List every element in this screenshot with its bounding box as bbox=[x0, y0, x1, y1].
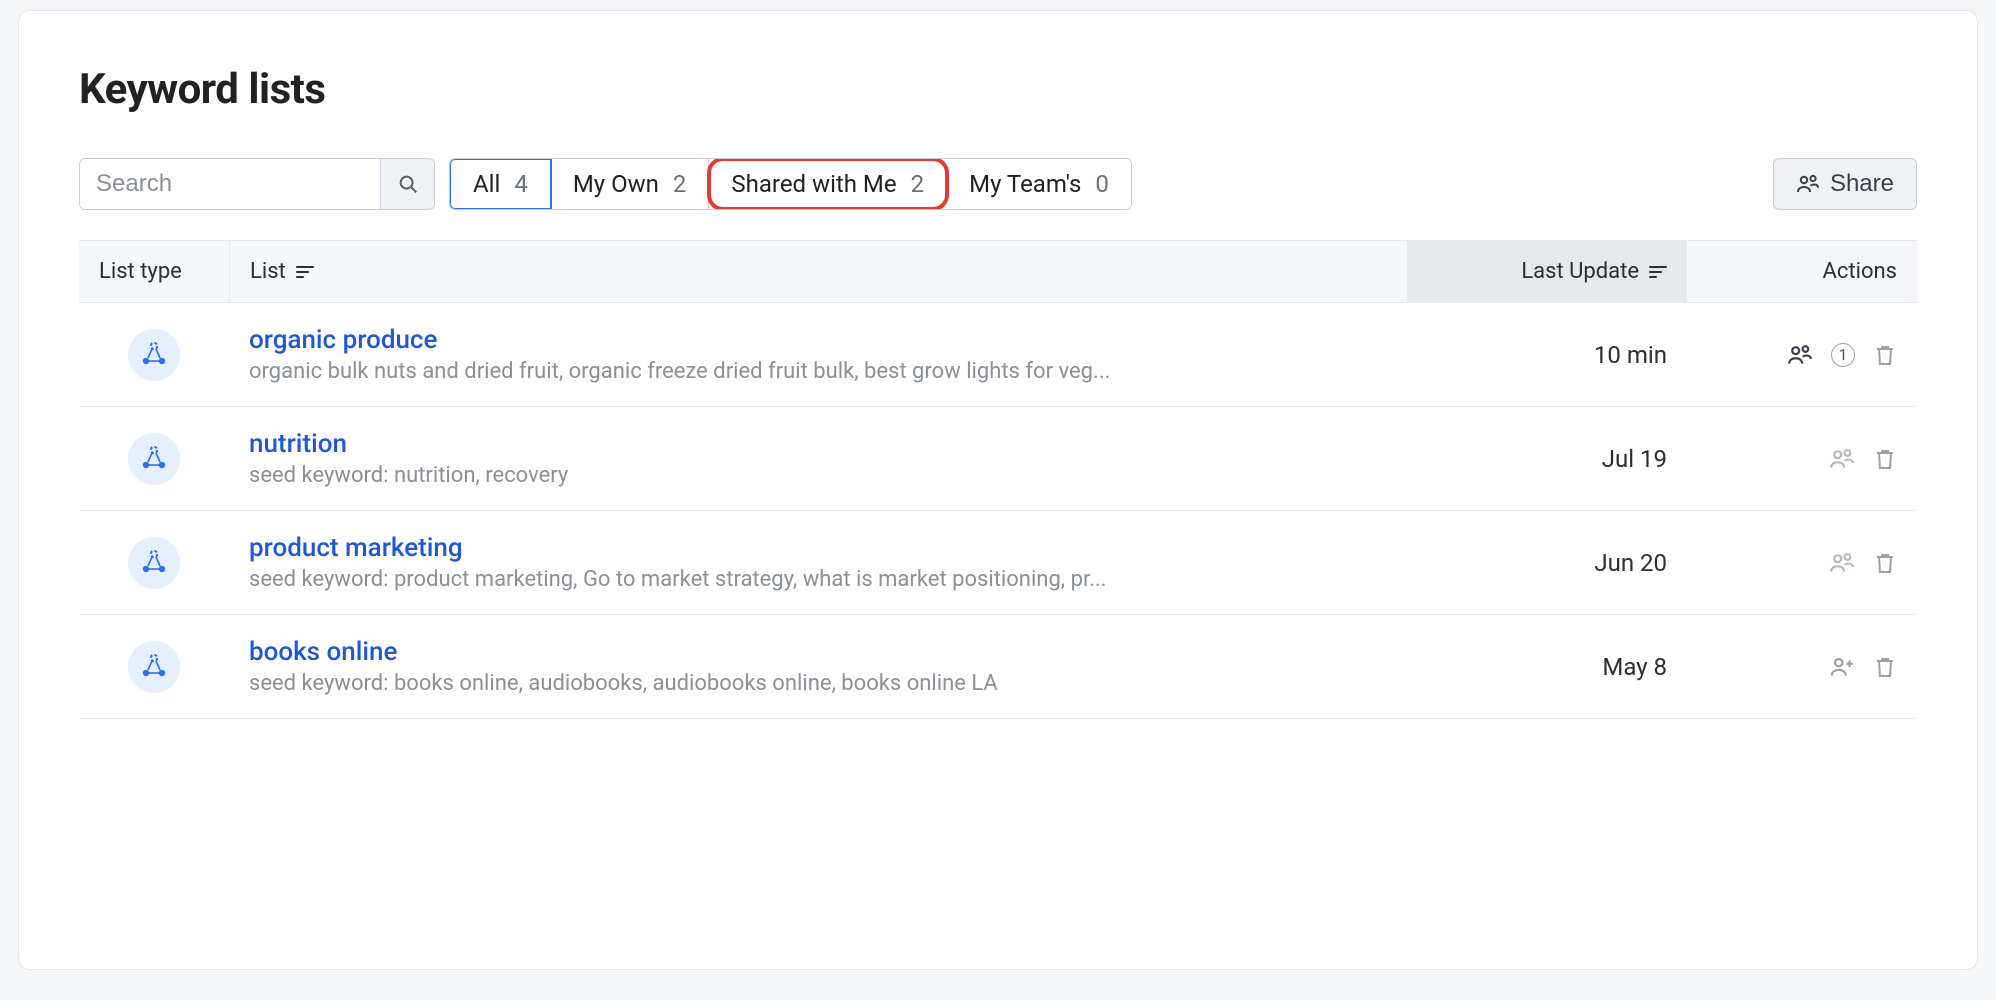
search-button[interactable] bbox=[380, 159, 434, 209]
list-type-cell bbox=[79, 433, 229, 485]
trash-icon[interactable] bbox=[1873, 342, 1897, 368]
search-input[interactable] bbox=[80, 159, 380, 209]
cluster-icon bbox=[128, 329, 180, 381]
trash-icon[interactable] bbox=[1873, 654, 1897, 680]
search-field-group bbox=[79, 158, 435, 210]
share-button[interactable]: Share bbox=[1773, 158, 1917, 210]
filter-tabs: All 4 My Own 2 Shared with Me 2 My Team's 0 bbox=[449, 158, 1132, 210]
list-name-link[interactable]: books online bbox=[249, 637, 1387, 667]
list-cell: nutrition seed keyword: nutrition, recove… bbox=[229, 429, 1407, 488]
users-share-icon[interactable] bbox=[1787, 342, 1813, 368]
actions-cell bbox=[1687, 446, 1917, 472]
list-type-cell bbox=[79, 641, 229, 693]
toolbar: All 4 My Own 2 Shared with Me 2 My Team's 0 Sha… bbox=[79, 158, 1917, 210]
col-list-type[interactable]: List type bbox=[79, 241, 229, 302]
tab-label: My Own bbox=[573, 170, 659, 198]
list-cell: product marketing seed keyword: product m… bbox=[229, 533, 1407, 592]
list-name-link[interactable]: organic produce bbox=[249, 325, 1387, 355]
list-desc: organic bulk nuts and dried fruit, organ… bbox=[249, 359, 1269, 384]
tab-label: All bbox=[473, 170, 500, 198]
tab-label: My Team's bbox=[969, 170, 1081, 198]
search-icon bbox=[397, 173, 419, 195]
cluster-icon bbox=[128, 641, 180, 693]
users-icon bbox=[1796, 172, 1820, 196]
list-name-link[interactable]: product marketing bbox=[249, 533, 1387, 563]
trash-icon[interactable] bbox=[1873, 550, 1897, 576]
trash-icon[interactable] bbox=[1873, 446, 1897, 472]
table-header-row: List type List Last Update A bbox=[79, 240, 1917, 303]
col-actions-label: Actions bbox=[1823, 259, 1897, 284]
user-plus-icon[interactable] bbox=[1829, 654, 1855, 680]
list-cell: organic produce organic bulk nuts and dri… bbox=[229, 325, 1407, 384]
users-share-icon[interactable] bbox=[1829, 446, 1855, 472]
list-desc: seed keyword: product marketing, Go to m… bbox=[249, 567, 1269, 592]
sort-icon bbox=[1649, 265, 1667, 279]
share-count-badge: 1 bbox=[1831, 343, 1855, 367]
table-row: books online seed keyword: books online, … bbox=[79, 615, 1917, 719]
filter-tab-shared-with-me[interactable]: Shared with Me 2 bbox=[709, 159, 947, 209]
col-last-update-label: Last Update bbox=[1521, 259, 1639, 284]
col-last-update[interactable]: Last Update bbox=[1407, 241, 1687, 302]
cluster-icon bbox=[128, 537, 180, 589]
last-update-cell: 10 min bbox=[1407, 341, 1687, 369]
col-list-type-label: List type bbox=[99, 259, 182, 284]
list-type-cell bbox=[79, 329, 229, 381]
actions-cell: 1 bbox=[1687, 342, 1917, 368]
cluster-icon bbox=[128, 433, 180, 485]
keyword-lists-table: List type List Last Update A bbox=[79, 240, 1917, 719]
page-title: Keyword lists bbox=[79, 65, 1917, 114]
last-update-cell: Jun 20 bbox=[1407, 549, 1687, 577]
col-list-label: List bbox=[250, 259, 286, 284]
share-button-label: Share bbox=[1830, 170, 1894, 198]
col-list[interactable]: List bbox=[229, 241, 1407, 302]
tab-label: Shared with Me bbox=[731, 170, 896, 198]
list-desc: seed keyword: books online, audiobooks, … bbox=[249, 671, 1269, 696]
filter-tab-my-own[interactable]: My Own 2 bbox=[551, 159, 710, 209]
col-actions: Actions bbox=[1687, 241, 1917, 302]
table-row: nutrition seed keyword: nutrition, recove… bbox=[79, 407, 1917, 511]
filter-tab-all[interactable]: All 4 bbox=[449, 158, 552, 210]
table-row: organic produce organic bulk nuts and dri… bbox=[79, 303, 1917, 407]
tab-count: 2 bbox=[911, 170, 925, 198]
list-desc: seed keyword: nutrition, recovery bbox=[249, 463, 1269, 488]
actions-cell bbox=[1687, 550, 1917, 576]
actions-cell bbox=[1687, 654, 1917, 680]
sort-icon bbox=[296, 265, 314, 279]
list-cell: books online seed keyword: books online, … bbox=[229, 637, 1407, 696]
list-name-link[interactable]: nutrition bbox=[249, 429, 1387, 459]
tab-count: 0 bbox=[1095, 170, 1109, 198]
last-update-cell: Jul 19 bbox=[1407, 445, 1687, 473]
users-share-icon[interactable] bbox=[1829, 550, 1855, 576]
last-update-cell: May 8 bbox=[1407, 653, 1687, 681]
table-row: product marketing seed keyword: product m… bbox=[79, 511, 1917, 615]
filter-tab-my-team-s[interactable]: My Team's 0 bbox=[947, 159, 1131, 209]
tab-count: 4 bbox=[514, 170, 528, 198]
list-type-cell bbox=[79, 537, 229, 589]
tab-count: 2 bbox=[673, 170, 687, 198]
keyword-lists-panel: Keyword lists All 4 My Own 2 Shared with Me 2… bbox=[18, 10, 1978, 970]
